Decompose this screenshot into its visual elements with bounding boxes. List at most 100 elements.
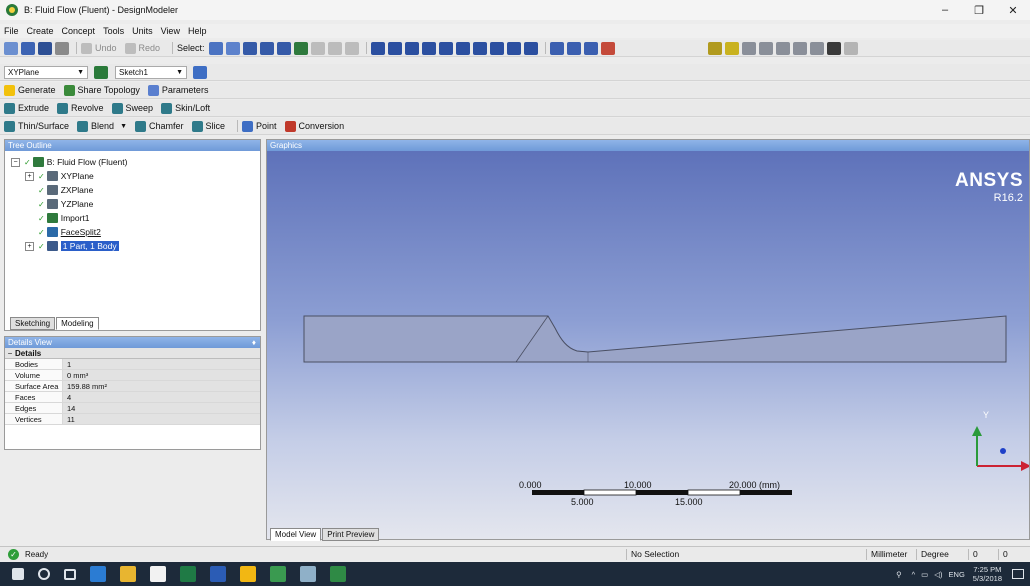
generate-button[interactable]: Generate [4,84,56,96]
named-selection-icon[interactable] [600,41,615,55]
expand-icon[interactable] [327,41,342,55]
tab-sketching[interactable]: Sketching [10,316,56,330]
menu-file[interactable]: File [0,26,23,36]
tree-item-yzplane[interactable]: ✓ YZPlane [11,197,260,211]
box-zoom-icon[interactable] [421,41,436,55]
point-marker-icon[interactable] [583,41,598,55]
share-topology-button[interactable]: Share Topology [63,84,140,96]
point-button[interactable]: Point [242,120,277,132]
isometric-view-icon[interactable] [506,41,521,55]
collapse-icon[interactable]: − [11,157,20,167]
pin-icon[interactable]: ♦ [252,338,256,347]
task-view-icon[interactable] [64,568,76,580]
menu-help[interactable]: Help [184,26,211,36]
people-icon[interactable]: ⚲ [896,570,902,579]
tree-item-import1[interactable]: ✓ Import1 [11,211,260,225]
zoom-to-fit-icon[interactable] [438,41,453,55]
screenshot-icon[interactable] [55,41,69,55]
menu-create[interactable]: Create [23,26,58,36]
expand-icon[interactable]: + [25,171,34,181]
unit-angle[interactable]: Degree [916,549,966,560]
conversion-button[interactable]: Conversion [284,120,344,132]
search-icon[interactable] [38,568,50,580]
blend-button[interactable]: Blend ▼ [77,120,127,132]
previous-view-icon[interactable] [472,41,487,55]
designmodeler-icon[interactable] [330,566,346,582]
unpin-icon[interactable] [843,41,858,55]
chevron-up-icon[interactable]: ^ [912,570,916,579]
display-model-icon[interactable] [566,41,581,55]
sweep-button[interactable]: Sweep [111,102,153,114]
details-section[interactable]: − Details [5,348,260,359]
edge-coloring-icon[interactable] [707,41,722,55]
pin-icon[interactable] [826,41,841,55]
photos-icon[interactable] [270,566,286,582]
edge-display-icon[interactable] [741,41,756,55]
save-as-icon[interactable] [38,41,52,55]
sketch-dropdown[interactable]: Sketch1 ▼ [115,65,187,79]
menu-tools[interactable]: Tools [99,26,128,36]
edge-wireframe-icon[interactable] [809,41,824,55]
fluid-body[interactable] [303,315,1007,363]
select-bodies-icon[interactable] [293,41,308,55]
rotate-icon[interactable] [370,41,385,55]
satellite-app-icon[interactable] [300,566,316,582]
minimize-button[interactable]: – [928,4,962,16]
expand-icon[interactable]: + [25,241,34,251]
parameters-button[interactable]: Parameters [147,84,208,96]
select-filter-icon[interactable] [225,41,240,55]
volume-icon[interactable]: ◁) [934,570,942,579]
edge-thick-icon[interactable] [792,41,807,55]
collapse-icon[interactable]: − [5,349,15,358]
undo-button[interactable]: Undo [81,42,117,54]
menu-view[interactable]: View [157,26,184,36]
plane-dropdown[interactable]: XYPlane ▼ [4,65,88,79]
vertex-coloring-icon[interactable] [724,41,739,55]
revolve-button[interactable]: Revolve [57,102,104,114]
chamfer-button[interactable]: Chamfer [135,120,184,132]
magnifier-icon[interactable] [455,41,470,55]
menu-units[interactable]: Units [128,26,157,36]
tree-item-xyplane[interactable]: + ✓ XYPlane [11,169,260,183]
shrink-icon[interactable] [344,41,359,55]
display-plane-icon[interactable] [523,41,538,55]
select-faces-icon[interactable] [276,41,291,55]
tree-root[interactable]: − ✓ B: Fluid Flow (Fluent) [11,155,260,169]
edge-browser-icon[interactable] [90,566,106,582]
select-points-icon[interactable] [242,41,257,55]
unit-length[interactable]: Millimeter [866,549,916,560]
tree-item-part-body[interactable]: + ✓ 1 Part, 1 Body [11,239,260,253]
restore-button[interactable]: ❐ [962,4,996,17]
ansys-workbench-icon[interactable] [240,566,256,582]
next-view-icon[interactable] [489,41,504,55]
select-mode-icon[interactable] [208,41,223,55]
menu-concept[interactable]: Concept [58,26,100,36]
tab-model-view[interactable]: Model View [270,528,322,541]
save-icon[interactable] [21,41,35,55]
new-sketch-icon[interactable] [193,65,207,79]
close-button[interactable]: ✕ [996,4,1030,17]
tree-item-facesplit2[interactable]: ✓ FaceSplit2 [11,225,260,239]
edge-large-icon[interactable] [775,41,790,55]
coordinate-triad[interactable] [972,426,1030,471]
select-edges-icon[interactable] [259,41,274,55]
windows-start-icon[interactable] [12,568,24,580]
notification-icon[interactable] [1012,569,1024,579]
pan-icon[interactable] [387,41,402,55]
zoom-icon[interactable] [404,41,419,55]
tree-item-zxplane[interactable]: ✓ ZXPlane [11,183,260,197]
new-file-icon[interactable] [4,41,18,55]
tab-modeling[interactable]: Modeling [56,316,99,330]
new-plane-icon[interactable] [94,65,108,79]
word-icon[interactable] [210,566,226,582]
tab-print-preview[interactable]: Print Preview [322,528,380,541]
extrude-button[interactable]: Extrude [4,102,49,114]
redo-button[interactable]: Redo [124,42,160,54]
skin-loft-button[interactable]: Skin/Loft [161,102,210,114]
look-at-icon[interactable] [549,41,564,55]
thin-surface-button[interactable]: Thin/Surface [4,120,69,132]
slice-button[interactable]: Slice [191,120,225,132]
graphics-viewport[interactable]: Graphics ANSYS R16.2 0.000 10.000 20.000 [266,139,1030,540]
store-icon[interactable] [150,566,166,582]
clock[interactable]: 7:25 PM 5/3/2018 [973,565,1002,583]
